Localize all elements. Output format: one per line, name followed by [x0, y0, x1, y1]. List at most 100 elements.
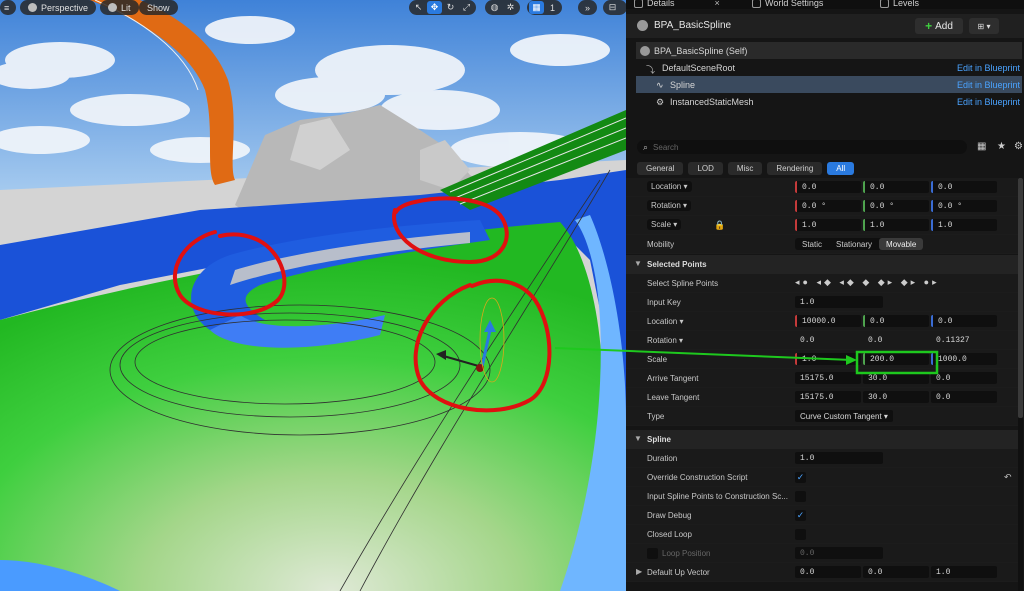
scale-y-field[interactable]: 1.0: [863, 219, 929, 231]
rotate-icon[interactable]: ↻: [443, 1, 458, 14]
scale-z-field[interactable]: 1.0: [931, 219, 997, 231]
filter-all[interactable]: All: [827, 162, 855, 175]
world-icon[interactable]: ◍: [487, 1, 502, 14]
up-vector-z-field[interactable]: 1.0: [931, 566, 997, 578]
filter-general[interactable]: General: [637, 162, 684, 175]
leave-y-field[interactable]: 30.0: [863, 391, 929, 403]
scale-dropdown[interactable]: Scale ▾: [647, 219, 682, 230]
details-icon: [634, 0, 643, 8]
leave-x-field[interactable]: 15175.0: [795, 391, 861, 403]
point-scale-z-field[interactable]: 1000.0: [931, 353, 997, 365]
point-location-y-field[interactable]: 0.0: [863, 315, 929, 327]
point-scale-x-field[interactable]: 1.0: [795, 353, 861, 365]
draw-debug-checkbox[interactable]: ✓: [795, 510, 806, 521]
point-location-dropdown[interactable]: Location ▾: [647, 317, 684, 326]
grid-snap-icon[interactable]: ▦: [529, 1, 544, 14]
mobility-static[interactable]: Static: [795, 238, 829, 250]
up-vector-y-field[interactable]: 0.0: [863, 566, 929, 578]
rotation-y-field[interactable]: 0.0 °: [863, 200, 929, 212]
override-construction-label: Override Construction Script: [647, 473, 748, 482]
scrollbar-thumb[interactable]: [1018, 178, 1023, 418]
tab-levels[interactable]: Levels: [880, 0, 919, 9]
filter-misc[interactable]: Misc: [727, 162, 763, 175]
lock-icon[interactable]: 🔒: [714, 220, 725, 231]
mobility-row: Mobility Static Stationary Movable: [626, 235, 1018, 254]
rotation-z-field[interactable]: 0.0 °: [931, 200, 997, 212]
filter-lod[interactable]: LOD: [688, 162, 723, 175]
edit-in-blueprint-link[interactable]: Edit in Blueprint: [957, 97, 1020, 107]
table-view-icon[interactable]: ▦: [977, 141, 986, 152]
world-settings-icon: [752, 0, 761, 8]
expand-arrow-icon[interactable]: ▶: [636, 567, 642, 576]
close-icon[interactable]: ×: [715, 0, 720, 8]
location-z-field[interactable]: 0.0: [931, 181, 997, 193]
up-vector-x-field[interactable]: 0.0: [795, 566, 861, 578]
override-construction-checkbox[interactable]: ✓: [795, 472, 806, 483]
point-rotation-dropdown[interactable]: Rotation ▾: [647, 336, 683, 345]
viewport-menu-button[interactable]: ≡: [0, 0, 16, 15]
input-spline-points-checkbox[interactable]: [795, 491, 806, 502]
settings-gear-icon[interactable]: ⚙: [1014, 141, 1023, 152]
chevron-right-icon[interactable]: »: [580, 1, 595, 14]
point-rotation-y-field[interactable]: 0.0: [863, 334, 929, 346]
viewport-layout-toolbar: ⊟: [603, 0, 626, 15]
grid-toolbar: ▦ 1: [527, 0, 562, 15]
select-icon[interactable]: ↖: [411, 1, 426, 14]
input-key-field[interactable]: 1.0: [795, 296, 883, 308]
edit-in-blueprint-link[interactable]: Edit in Blueprint: [957, 63, 1020, 73]
spline-category[interactable]: ▼ Spline: [626, 430, 1018, 449]
edit-in-blueprint-link[interactable]: Edit in Blueprint: [957, 80, 1020, 90]
arrive-y-field[interactable]: 30.0: [863, 372, 929, 384]
details-search-input[interactable]: ⌕ Search: [637, 140, 967, 154]
point-selection-icons[interactable]: ◂● ◂◆ ◂◆ ◆ ◆▸ ◆▸ ●▸: [795, 277, 940, 288]
location-y-field[interactable]: 0.0: [863, 181, 929, 193]
point-location-row: Location ▾ 10000.0 0.0 0.0: [626, 312, 1018, 331]
tab-details[interactable]: Details ×: [634, 0, 720, 9]
location-x-field[interactable]: 0.0: [795, 181, 861, 193]
duration-field[interactable]: 1.0: [795, 452, 883, 464]
maximize-icon[interactable]: ⊟: [605, 1, 620, 14]
point-scale-y-field[interactable]: 200.0: [863, 353, 929, 365]
component-row-instancedstaticmesh[interactable]: ⚙ InstancedStaticMesh Edit in Blueprint: [636, 93, 1022, 110]
details-scrollbar[interactable]: [1018, 178, 1023, 591]
input-key-label: Input Key: [647, 298, 681, 307]
point-rotation-x-field[interactable]: 0.0: [795, 334, 861, 346]
component-row-spline[interactable]: ∿ Spline Edit in Blueprint: [636, 76, 1022, 93]
mobility-label: Mobility: [647, 240, 675, 249]
mobility-movable[interactable]: Movable: [879, 238, 924, 250]
location-dropdown[interactable]: Location ▾: [647, 181, 692, 192]
blueprint-options-button[interactable]: ⊞ ▾: [969, 18, 999, 34]
viewport-scene[interactable]: [0, 0, 626, 591]
surface-snap-icon[interactable]: ✲: [503, 1, 518, 14]
point-rotation-z-field[interactable]: 0.11327: [931, 334, 997, 346]
point-location-x-field[interactable]: 10000.0: [795, 315, 861, 327]
perspective-button[interactable]: Perspective: [20, 0, 97, 15]
rotation-dropdown[interactable]: Rotation ▾: [647, 200, 692, 211]
camera-speed-value[interactable]: 1: [545, 1, 560, 14]
scale-x-field[interactable]: 1.0: [795, 219, 861, 231]
mobility-stationary[interactable]: Stationary: [829, 238, 879, 250]
closed-loop-checkbox[interactable]: [795, 529, 806, 540]
arrive-z-field[interactable]: 0.0: [931, 372, 997, 384]
rotation-x-field[interactable]: 0.0 °: [795, 200, 861, 212]
leave-z-field[interactable]: 0.0: [931, 391, 997, 403]
level-viewport[interactable]: ≡ Perspective Lit Show ↖ ✥ ↻ ⤢ ◍ ✲ ▦ 1 »…: [0, 0, 626, 591]
point-location-z-field[interactable]: 0.0: [931, 315, 997, 327]
lit-button[interactable]: Lit: [100, 0, 139, 15]
selected-points-category[interactable]: ▼ Selected Points: [626, 255, 1018, 274]
filter-rendering[interactable]: Rendering: [767, 162, 823, 175]
component-row-self[interactable]: BPA_BasicSpline (Self): [636, 42, 1022, 59]
scale-icon[interactable]: ⤢: [459, 1, 474, 14]
loop-position-field[interactable]: 0.0: [795, 547, 883, 559]
show-button[interactable]: Show: [139, 0, 178, 15]
mobility-selector: Static Stationary Movable: [795, 238, 924, 250]
loop-position-checkbox[interactable]: [647, 548, 658, 559]
reset-to-default-icon[interactable]: ↶: [1004, 472, 1012, 483]
translate-icon[interactable]: ✥: [427, 1, 442, 14]
add-component-button[interactable]: + Add: [915, 18, 963, 34]
tab-world-settings[interactable]: World Settings: [752, 0, 823, 9]
point-type-dropdown[interactable]: Curve Custom Tangent ▾: [795, 410, 893, 422]
favorite-star-icon[interactable]: ★: [997, 141, 1006, 152]
arrive-x-field[interactable]: 15175.0: [795, 372, 861, 384]
component-row-defaultsceneroot[interactable]: ⤵ DefaultSceneRoot Edit in Blueprint: [636, 59, 1022, 76]
